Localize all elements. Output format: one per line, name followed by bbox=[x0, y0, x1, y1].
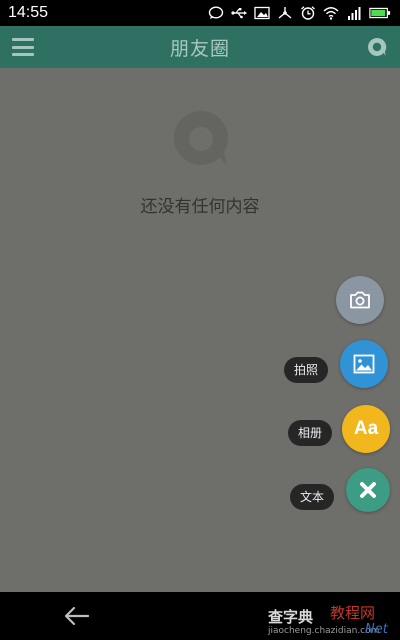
text-label[interactable]: 文本 bbox=[290, 484, 335, 510]
empty-state-text: 还没有任何内容 bbox=[140, 197, 260, 217]
camera-icon bbox=[350, 291, 370, 309]
content-area: 还没有任何内容 bbox=[0, 68, 400, 592]
usb-icon bbox=[230, 5, 248, 21]
menu-line bbox=[12, 38, 34, 41]
camera-label[interactable]: 拍照 bbox=[284, 357, 329, 383]
empty-state-icon bbox=[173, 110, 228, 166]
watermark-tag: 教程网 bbox=[330, 604, 376, 622]
app-bar: 朋友圈 bbox=[0, 26, 400, 68]
chat-icon bbox=[207, 5, 225, 21]
picture-icon bbox=[353, 354, 375, 374]
network-icon bbox=[276, 5, 294, 21]
close-icon bbox=[360, 482, 376, 498]
watermark-domain: jiaocheng.chazidian.com bbox=[268, 626, 380, 636]
album-label[interactable]: 相册 bbox=[288, 420, 333, 446]
camera-button[interactable] bbox=[336, 276, 384, 324]
text-icon: Aa bbox=[353, 418, 379, 439]
alarm-icon bbox=[299, 5, 317, 21]
watermark-suffix: Net bbox=[365, 622, 388, 637]
album-button[interactable] bbox=[340, 340, 388, 388]
status-time: 14:55 bbox=[8, 4, 49, 21]
text-button[interactable]: Aa bbox=[342, 405, 390, 453]
signal-icon bbox=[345, 5, 363, 21]
close-button[interactable] bbox=[346, 468, 390, 512]
menu-line bbox=[12, 53, 34, 56]
status-icons bbox=[207, 5, 392, 21]
image-icon bbox=[253, 5, 271, 21]
menu-button[interactable] bbox=[11, 35, 35, 59]
back-arrow-icon[interactable] bbox=[62, 604, 90, 628]
moments-icon[interactable] bbox=[366, 36, 388, 58]
wifi-icon bbox=[322, 5, 340, 21]
page-title: 朋友圈 bbox=[169, 37, 230, 60]
watermark-site-name: 查字典 bbox=[268, 608, 314, 626]
status-bar: 14:55 bbox=[0, 0, 400, 26]
battery-icon bbox=[368, 5, 392, 21]
menu-line bbox=[12, 45, 34, 49]
